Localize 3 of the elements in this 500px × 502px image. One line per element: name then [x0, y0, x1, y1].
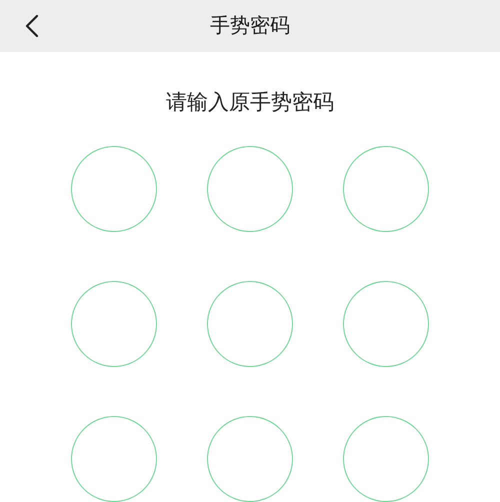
back-icon	[25, 14, 39, 38]
page-title: 手势密码	[210, 14, 290, 39]
instruction-text: 请输入原手势密码	[166, 90, 334, 116]
